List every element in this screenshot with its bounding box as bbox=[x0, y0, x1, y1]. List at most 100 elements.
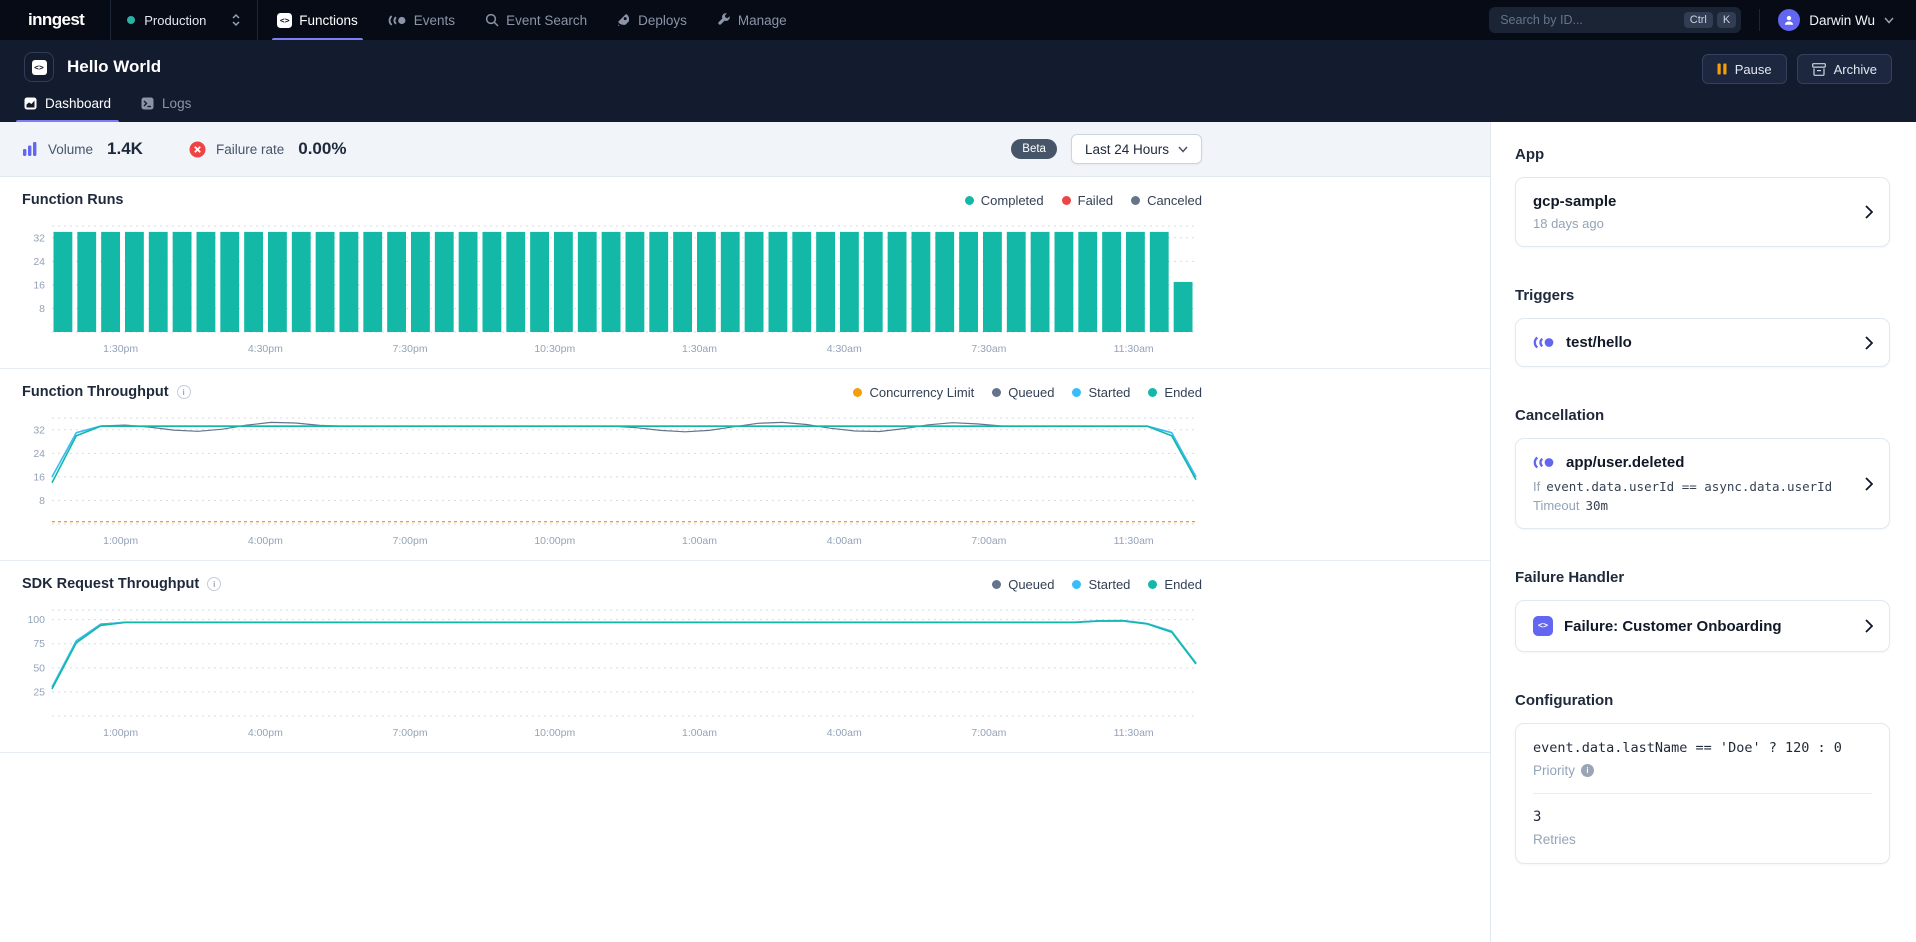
nav-tab-label: Events bbox=[414, 13, 455, 28]
search-input[interactable] bbox=[1500, 13, 1680, 27]
nav-tab-deploys[interactable]: Deploys bbox=[602, 0, 702, 40]
global-search[interactable]: Ctrl K bbox=[1489, 7, 1741, 33]
cancellation-condition: event.data.userId == async.data.userId bbox=[1546, 479, 1832, 494]
chevron-right-icon bbox=[1865, 619, 1873, 633]
terminal-icon bbox=[141, 97, 154, 110]
function-throughput-chart: 81624321:00pm4:00pm7:00pm10:00pm1:00am4:… bbox=[22, 408, 1202, 556]
nav-tab-manage[interactable]: Manage bbox=[702, 0, 802, 40]
svg-text:11:30am: 11:30am bbox=[1114, 727, 1154, 739]
svg-text:1:30pm: 1:30pm bbox=[103, 343, 138, 355]
search-icon bbox=[485, 13, 499, 27]
legend-dot bbox=[1062, 196, 1071, 205]
tab-logs[interactable]: Logs bbox=[141, 96, 191, 122]
info-icon[interactable]: i bbox=[1581, 764, 1594, 777]
configuration-card: event.data.lastName == 'Doe' ? 120 : 0 P… bbox=[1515, 723, 1890, 864]
timeout-label: Timeout bbox=[1533, 498, 1579, 513]
failure-rate-label: Failure rate bbox=[216, 142, 284, 157]
svg-text:24: 24 bbox=[33, 256, 45, 268]
svg-text:1:00pm: 1:00pm bbox=[103, 727, 138, 739]
archive-button[interactable]: Archive bbox=[1797, 54, 1892, 84]
legend-dot bbox=[1131, 196, 1140, 205]
top-nav: inngest Production <> Functions Events E… bbox=[0, 0, 1916, 40]
cancellation-condition-row: If event.data.userId == async.data.userI… bbox=[1533, 479, 1849, 494]
archive-icon bbox=[1812, 63, 1826, 76]
nav-tab-events[interactable]: Events bbox=[373, 0, 470, 40]
failure-rate-value: 0.00% bbox=[298, 139, 346, 159]
main-column: Volume 1.4K Failure rate 0.00% Beta Last… bbox=[0, 122, 1490, 942]
page-title: Hello World bbox=[67, 57, 161, 77]
app-card[interactable]: gcp-sample 18 days ago bbox=[1515, 177, 1890, 247]
page: inngest Production <> Functions Events E… bbox=[0, 0, 1916, 942]
chevron-right-icon bbox=[1865, 205, 1873, 219]
tab-dashboard[interactable]: Dashboard bbox=[24, 96, 111, 122]
svg-text:8: 8 bbox=[39, 495, 45, 507]
svg-text:4:30am: 4:30am bbox=[827, 343, 862, 355]
function-throughput-section: Function Throughput i Concurrency LimitQ… bbox=[0, 369, 1490, 561]
svg-text:4:00am: 4:00am bbox=[827, 535, 862, 547]
rocket-icon bbox=[617, 13, 631, 27]
chevron-down-icon bbox=[1884, 17, 1894, 24]
environment-status-dot bbox=[127, 16, 135, 24]
environment-switcher[interactable]: Production bbox=[111, 0, 257, 40]
environment-label: Production bbox=[144, 13, 222, 28]
divider bbox=[257, 0, 258, 40]
legend-dot bbox=[1072, 388, 1081, 397]
nav-tab-event-search[interactable]: Event Search bbox=[470, 0, 602, 40]
retries-value: 3 bbox=[1533, 809, 1872, 825]
svg-text:7:30am: 7:30am bbox=[971, 343, 1006, 355]
cancellation-event-name: app/user.deleted bbox=[1566, 454, 1684, 471]
legend-item: Canceled bbox=[1131, 193, 1202, 208]
function-tabs: Dashboard Logs bbox=[24, 96, 1892, 122]
legend-label: Ended bbox=[1164, 385, 1202, 400]
cancellation-row: app/user.deleted bbox=[1533, 454, 1849, 471]
person-icon bbox=[1782, 13, 1796, 27]
pause-button[interactable]: Pause bbox=[1702, 54, 1787, 84]
trigger-row: test/hello bbox=[1533, 334, 1849, 351]
app-section: App gcp-sample 18 days ago bbox=[1515, 146, 1890, 247]
avatar bbox=[1778, 9, 1800, 31]
events-icon bbox=[388, 14, 407, 27]
sidebar: App gcp-sample 18 days ago Triggers test… bbox=[1490, 122, 1916, 942]
legend-dot bbox=[992, 580, 1001, 589]
stats-bar: Volume 1.4K Failure rate 0.00% Beta Last… bbox=[0, 122, 1490, 176]
sdk-throughput-legend: QueuedStartedEnded bbox=[992, 577, 1202, 592]
priority-label-row: Priority i bbox=[1533, 763, 1872, 778]
trigger-card[interactable]: test/hello bbox=[1515, 318, 1890, 367]
time-range-dropdown[interactable]: Last 24 Hours bbox=[1071, 134, 1202, 164]
legend-item: Queued bbox=[992, 385, 1054, 400]
section-head: Function Runs CompletedFailedCanceled bbox=[22, 192, 1202, 208]
triggers-section: Triggers test/hello bbox=[1515, 287, 1890, 367]
cancellation-card[interactable]: app/user.deleted If event.data.userId ==… bbox=[1515, 438, 1890, 529]
svg-text:100: 100 bbox=[27, 614, 45, 626]
user-name: Darwin Wu bbox=[1809, 13, 1875, 28]
retries-label: Retries bbox=[1533, 832, 1872, 847]
code-icon: <> bbox=[32, 60, 47, 75]
failure-handler-card[interactable]: <> Failure: Customer Onboarding bbox=[1515, 600, 1890, 652]
tab-label: Dashboard bbox=[45, 96, 111, 111]
nav-tab-functions[interactable]: <> Functions bbox=[262, 0, 373, 40]
cancellation-timeout-row: Timeout 30m bbox=[1533, 498, 1849, 513]
legend-item: Started bbox=[1072, 577, 1130, 592]
chevron-right-icon bbox=[1865, 336, 1873, 350]
legend-label: Completed bbox=[981, 193, 1044, 208]
function-runs-chart: 81624321:30pm4:30pm7:30pm10:30pm1:30am4:… bbox=[22, 216, 1202, 364]
tab-label: Logs bbox=[162, 96, 191, 111]
time-range-value: Last 24 Hours bbox=[1085, 142, 1169, 157]
svg-text:7:30pm: 7:30pm bbox=[393, 343, 428, 355]
user-menu[interactable]: Darwin Wu bbox=[1759, 9, 1916, 31]
charts-panel: Function Runs CompletedFailedCanceled 81… bbox=[0, 176, 1490, 942]
nav-tab-label: Deploys bbox=[638, 13, 687, 28]
volume-label: Volume bbox=[48, 142, 93, 157]
chevron-up-down-icon bbox=[231, 13, 241, 27]
legend-dot bbox=[1148, 580, 1157, 589]
legend-label: Started bbox=[1088, 385, 1130, 400]
svg-text:10:00pm: 10:00pm bbox=[534, 535, 575, 547]
svg-text:4:00pm: 4:00pm bbox=[248, 535, 283, 547]
beta-badge: Beta bbox=[1011, 139, 1057, 159]
failure-handler-section: Failure Handler <> Failure: Customer Onb… bbox=[1515, 569, 1890, 652]
svg-text:4:30pm: 4:30pm bbox=[248, 343, 283, 355]
triggers-heading: Triggers bbox=[1515, 287, 1890, 304]
cancellation-heading: Cancellation bbox=[1515, 407, 1890, 424]
priority-expression: event.data.lastName == 'Doe' ? 120 : 0 bbox=[1533, 740, 1872, 756]
bar-chart-icon bbox=[22, 141, 38, 157]
